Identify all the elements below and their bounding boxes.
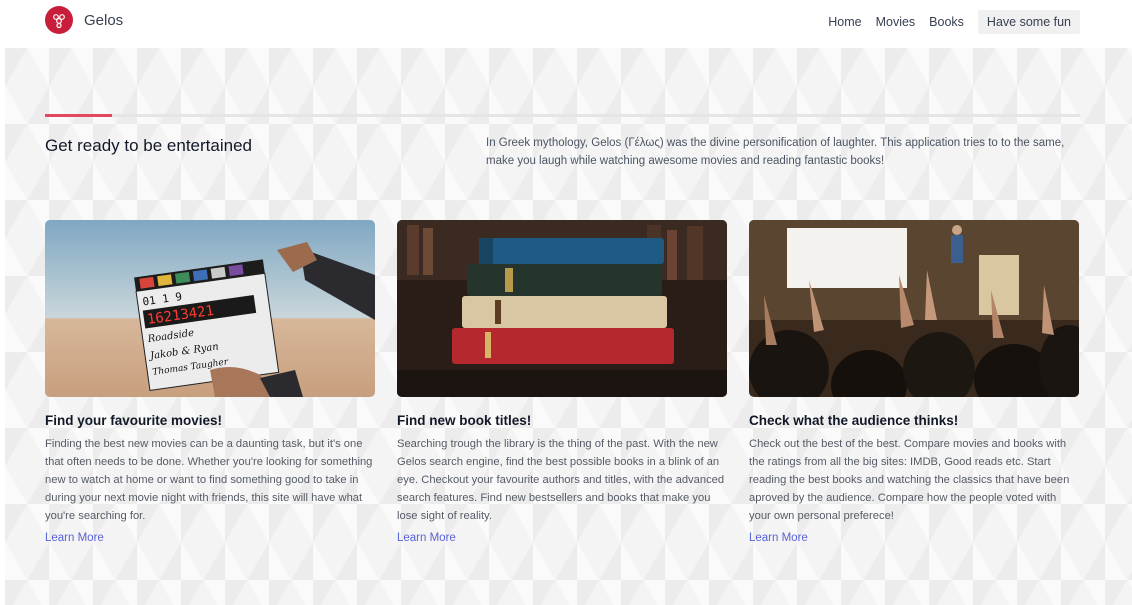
page-headline: Get ready to be entertained — [45, 136, 252, 155]
learn-more-link[interactable]: Learn More — [397, 532, 727, 544]
divider-accent — [45, 114, 112, 117]
grapes-logo-icon — [45, 6, 73, 34]
card-text: Check out the best of the best. Compare … — [749, 438, 1070, 522]
card-movies: 01 1 9 16213421 Roadside Jakob & Ryan Th… — [45, 220, 375, 544]
card-title: Find your favourite movies! — [45, 413, 223, 428]
book-stack-photo — [397, 220, 727, 397]
nav-link-home[interactable]: Home — [828, 15, 861, 29]
brand-name: Gelos — [84, 11, 124, 29]
card-title: Find new book titles! — [397, 413, 532, 428]
card-title: Check what the audience thinks! — [749, 413, 959, 428]
learn-more-link[interactable]: Learn More — [45, 532, 375, 544]
have-some-fun-button[interactable]: Have some fun — [977, 10, 1080, 34]
brand[interactable]: Gelos — [45, 6, 123, 34]
nav-link-books[interactable]: Books — [929, 15, 964, 29]
nav-link-movies[interactable]: Movies — [876, 15, 916, 29]
card-text: Finding the best new movies can be a dau… — [45, 438, 373, 522]
applauding-audience-photo — [749, 220, 1079, 397]
clapperboard-photo: 01 1 9 16213421 Roadside Jakob & Ryan Th… — [45, 220, 375, 397]
card-books: Find new book titles! Searching trough t… — [397, 220, 727, 544]
nav-links: Home Movies Books Have some fun — [814, 10, 1080, 34]
intro-text: In Greek mythology, Gelos (Γέλως) was th… — [486, 137, 1065, 167]
hero-section: Get ready to be entertained In Greek myt… — [5, 48, 1132, 605]
card-audience: Check what the audience thinks! Check ou… — [749, 220, 1079, 544]
card-text: Searching trough the library is the thin… — [397, 438, 725, 522]
navbar: Gelos Home Movies Books Have some fun — [0, 0, 1132, 44]
section-divider — [45, 114, 1080, 117]
learn-more-link[interactable]: Learn More — [749, 532, 1079, 544]
